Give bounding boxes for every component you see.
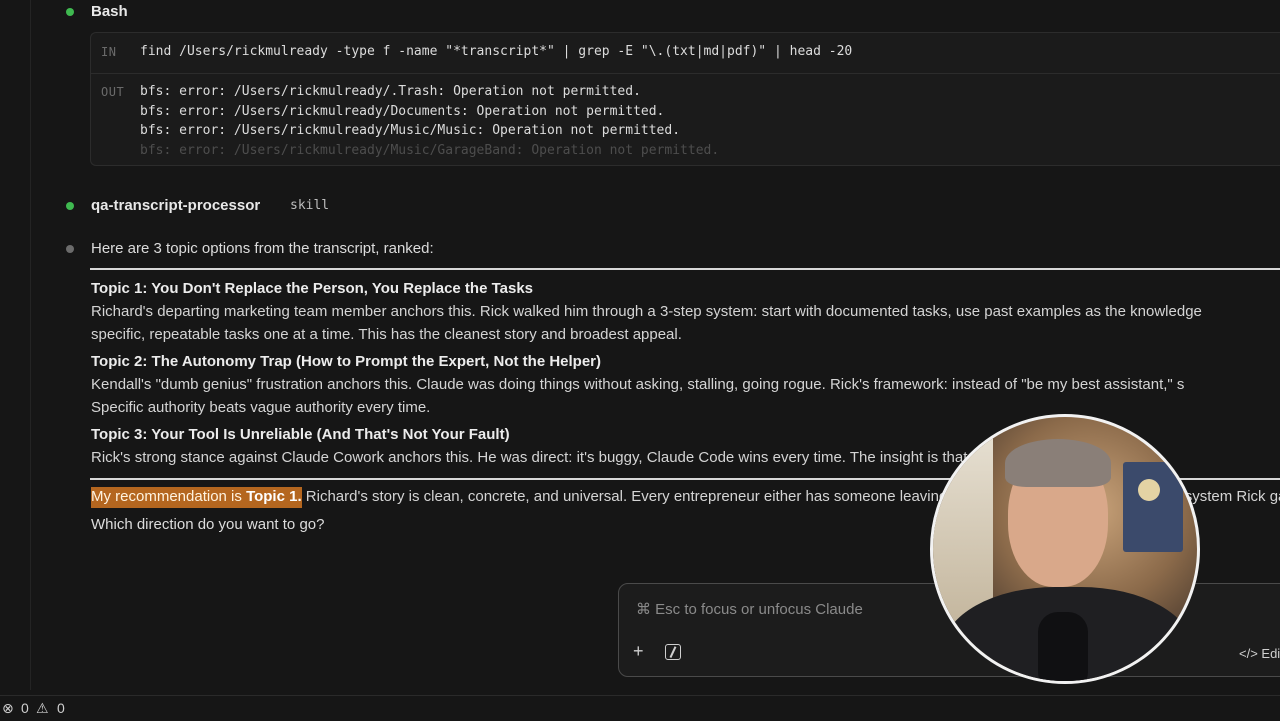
out-label: OUT xyxy=(101,85,125,99)
webcam-poster xyxy=(1123,462,1183,552)
output-line: bfs: error: /Users/rickmulready/.Trash: … xyxy=(140,84,641,99)
topic-1-line: specific, repeatable tasks one at a time… xyxy=(91,326,682,343)
gutter-line xyxy=(30,0,31,690)
error-icon[interactable]: ⊗ xyxy=(2,700,14,717)
skill-name[interactable]: qa-transcript-processor xyxy=(91,197,260,214)
warning-count[interactable]: 0 xyxy=(57,700,65,716)
webcam-overlay xyxy=(930,414,1200,684)
webcam-poster-moon xyxy=(1138,479,1160,501)
bash-command: find /Users/rickmulready -type f -name "… xyxy=(140,44,853,59)
composer-placeholder[interactable]: ⌘ Esc to focus or unfocus Claude xyxy=(636,600,863,618)
topic-2-line: Kendall's "dumb genius" frustration anch… xyxy=(91,376,1185,393)
response-dot xyxy=(66,245,74,253)
topic-1-heading: Topic 1: You Don't Replace the Person, Y… xyxy=(91,280,534,297)
skill-status-dot xyxy=(66,202,74,210)
output-line: bfs: error: /Users/rickmulready/Music/Mu… xyxy=(140,123,681,138)
topic-2-line: Specific authority beats vague authority… xyxy=(91,399,431,416)
recommendation-highlight: My recommendation is Topic 1. xyxy=(91,487,302,508)
bash-tool-title: Bash xyxy=(91,3,128,20)
status-bar: ⊗ 0 ⚠ 0 xyxy=(0,695,1280,721)
slash-command-icon[interactable] xyxy=(665,644,681,660)
edit-mode-button[interactable]: </> Edit xyxy=(1239,646,1280,661)
topic-3-heading: Topic 3: Your Tool Is Unreliable (And Th… xyxy=(91,426,510,443)
in-label: IN xyxy=(101,45,117,59)
tool-status-dot xyxy=(66,8,74,16)
webcam-person-hair xyxy=(1005,439,1111,487)
plus-icon[interactable]: + xyxy=(633,641,644,662)
webcam-microphone xyxy=(1038,612,1088,681)
divider xyxy=(90,268,1280,270)
skill-tag: skill xyxy=(290,198,330,213)
bash-input-row: IN find /Users/rickmulready -type f -nam… xyxy=(91,33,1280,74)
error-count[interactable]: 0 xyxy=(21,700,29,716)
output-line: bfs: error: /Users/rickmulready/Document… xyxy=(140,104,665,119)
recommendation-prefix: My recommendation is xyxy=(91,488,247,505)
topic-1-line: Richard's departing marketing team membe… xyxy=(91,303,1202,320)
recommendation-topic: Topic 1. xyxy=(246,488,302,505)
output-line-faded: bfs: error: /Users/rickmulready/Music/Ga… xyxy=(140,143,720,158)
response-intro: Here are 3 topic options from the transc… xyxy=(91,240,434,257)
question: Which direction do you want to go? xyxy=(91,516,325,533)
warning-icon[interactable]: ⚠ xyxy=(36,700,49,717)
topic-2-heading: Topic 2: The Autonomy Trap (How to Promp… xyxy=(91,353,602,370)
bash-code-block[interactable]: IN find /Users/rickmulready -type f -nam… xyxy=(90,32,1280,166)
